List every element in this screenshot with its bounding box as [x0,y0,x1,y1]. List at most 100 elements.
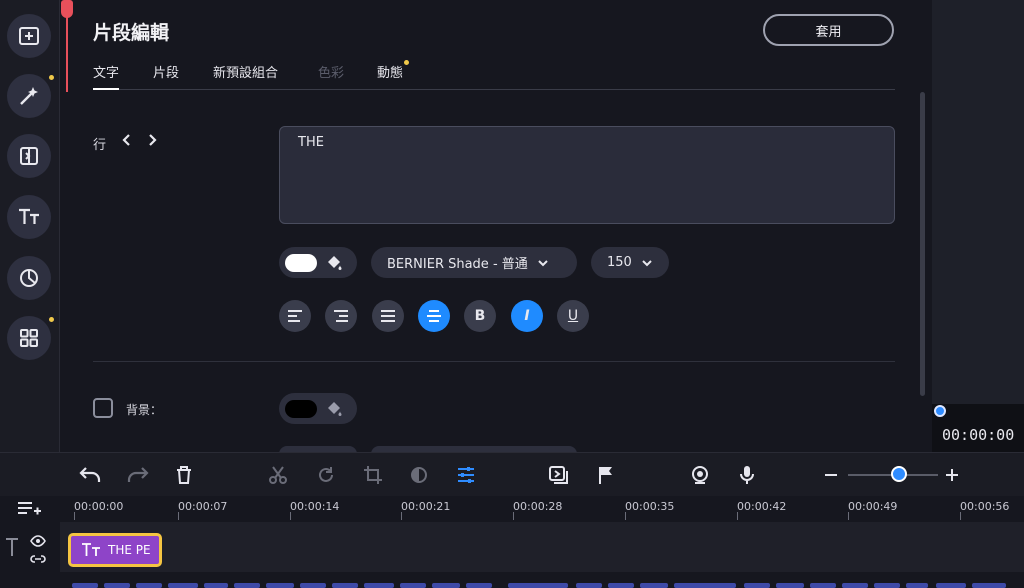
background-color-picker[interactable] [279,393,357,424]
font-family-select[interactable]: BERNIER Shade - 普通 [371,247,577,278]
video-clip[interactable] [266,583,294,588]
more-tools-button[interactable] [7,316,54,360]
video-clip[interactable] [168,583,198,588]
chevron-right-icon [149,134,157,146]
video-clip[interactable] [466,583,492,588]
underline-button[interactable]: U [557,300,589,332]
chevron-down-icon [642,259,652,266]
color-adjust-button[interactable] [405,461,433,489]
video-clip[interactable] [136,583,162,588]
italic-button[interactable]: I [511,300,543,332]
tab-text[interactable]: 文字 [93,62,120,90]
background-label: 背景： [126,403,163,417]
video-clip[interactable] [744,583,770,588]
video-clip[interactable] [906,583,928,588]
time-ruler[interactable]: 00:00:00 00:00:07 00:00:14 00:00:21 00:0… [60,496,1024,520]
video-clip[interactable] [400,583,426,588]
align-center-button[interactable] [418,300,450,332]
stickers-button[interactable] [7,256,51,300]
pie-chart-icon [20,269,38,287]
playhead-handle[interactable] [61,0,73,18]
titles-button[interactable] [7,195,51,239]
left-toolbar [0,0,60,452]
previous-line-button[interactable] [122,133,132,151]
video-clip[interactable] [432,583,460,588]
undo-button[interactable] [76,461,104,489]
webcam-record-button[interactable] [686,461,714,489]
effects-button[interactable] [7,74,54,118]
tab-animation[interactable]: 動態 [377,60,410,81]
add-track-button[interactable] [16,500,42,522]
rotate-button[interactable] [312,461,340,489]
text-track[interactable] [60,522,1024,572]
video-track[interactable] [68,583,1024,588]
zoom-out-button[interactable] [817,461,845,489]
notification-dot [404,60,410,65]
clip-label: THE PE [108,543,151,557]
track-link-button[interactable] [30,550,46,569]
text-color-picker[interactable] [279,247,357,278]
webcam-icon [692,466,708,484]
video-clip[interactable] [674,583,736,588]
video-clip[interactable] [104,583,130,588]
rotate-icon [319,467,333,482]
next-line-button[interactable] [147,133,157,151]
transitions-button[interactable] [7,134,51,178]
tick-mark [513,512,514,520]
video-clip[interactable] [72,583,98,588]
crop-button[interactable] [359,461,387,489]
tick-label: 00:00:56 [960,500,1010,513]
sliders-icon [458,467,474,483]
underline-icon: U [567,308,579,324]
video-clip[interactable] [972,583,1006,588]
app-window: 片段編輯 套用 文字 片段 新預設組合 色彩 動態 行 THE BERNIER [0,0,1024,588]
align-right-button[interactable] [325,300,357,332]
contrast-icon [411,467,427,483]
bold-button[interactable]: B [464,300,496,332]
title-text-input[interactable]: THE [279,126,895,224]
video-clip[interactable] [300,583,326,588]
import-media-button[interactable] [7,14,51,58]
zoom-slider-handle[interactable] [891,466,907,482]
redo-button[interactable] [124,461,152,489]
video-clip[interactable] [332,583,358,588]
grid-icon [20,329,38,347]
track-visibility-button[interactable] [30,532,46,551]
video-clip[interactable] [508,583,568,588]
video-clip[interactable] [576,583,602,588]
color-swatch [285,399,317,418]
delete-button[interactable] [170,461,198,489]
tab-presets[interactable]: 新預設組合 [213,62,278,81]
tab-animation-label: 動態 [377,66,404,81]
video-clip[interactable] [608,583,634,588]
video-clip[interactable] [640,583,668,588]
font-size-select[interactable]: 150 [591,247,669,278]
video-clip[interactable] [936,583,966,588]
tick-mark [401,512,402,520]
font-family-value: BERNIER Shade - 普通 [387,257,528,272]
video-clip[interactable] [842,583,868,588]
apply-button[interactable]: 套用 [763,14,894,46]
tick-mark [74,512,75,520]
video-clip[interactable] [234,583,260,588]
video-clip[interactable] [874,583,900,588]
panel-scrollbar[interactable] [920,92,925,396]
align-left-button[interactable] [279,300,311,332]
justify-button[interactable] [372,300,404,332]
clip-properties-button[interactable] [452,461,480,489]
title-clip[interactable]: THE PE [68,533,162,567]
align-right-icon [334,310,348,322]
video-clip[interactable] [810,583,836,588]
voiceover-button[interactable] [733,461,761,489]
color-swatch [285,253,317,272]
split-button[interactable] [264,461,292,489]
playback-scrubber[interactable] [934,405,946,417]
add-marker-button[interactable] [592,461,620,489]
video-clip[interactable] [776,583,804,588]
zoom-in-button[interactable] [938,461,966,489]
video-clip[interactable] [204,583,228,588]
video-clip[interactable] [364,583,394,588]
background-checkbox[interactable] [93,398,113,418]
transition-wizard-button[interactable] [545,461,573,489]
tab-clip[interactable]: 片段 [153,62,179,81]
